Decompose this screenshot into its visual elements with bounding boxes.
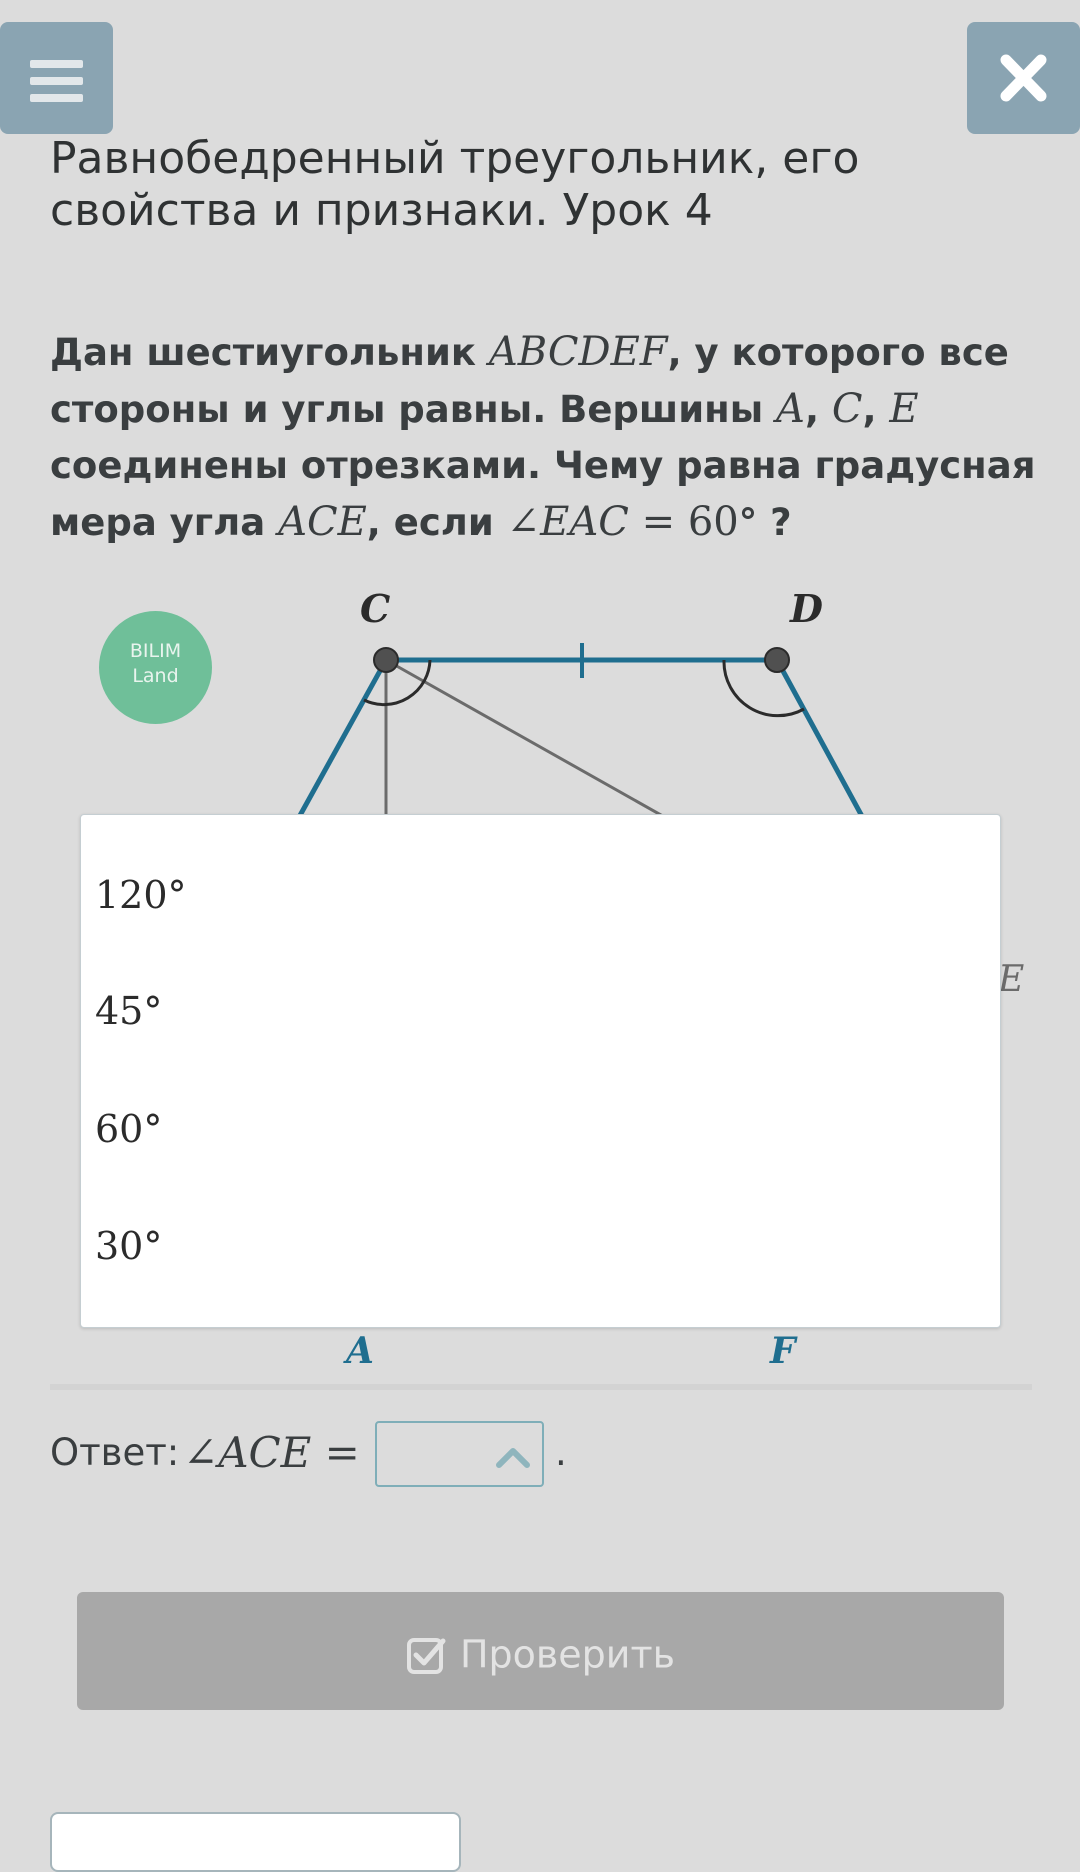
question-text: Дан шестиугольник ABCDEF, у которого все…	[50, 324, 1040, 551]
option-120[interactable]: 120°	[95, 865, 975, 925]
lesson-title-line-1: Равнобедренный треугольник, его	[50, 133, 860, 184]
close-button[interactable]	[967, 22, 1080, 134]
menu-button[interactable]	[0, 22, 113, 134]
answer-options-dropdown[interactable]: 120° 45° 60° 30°	[80, 814, 1001, 1328]
math-angle-value: = 60	[628, 499, 739, 545]
question-text-part: ,	[862, 388, 890, 431]
check-square-icon	[406, 1637, 446, 1674]
bilimland-logo: BILIM Land	[99, 611, 212, 724]
answer-row: Ответ: ∠ACE = .	[50, 1418, 750, 1488]
check-button-label: Проверить	[459, 1632, 676, 1677]
answer-select[interactable]	[375, 1421, 544, 1487]
math-vertex-e: E	[889, 386, 919, 432]
question-text-part: ° ?	[738, 501, 792, 544]
check-button[interactable]: Проверить	[77, 1592, 1004, 1710]
math-angle-ace: ACE	[278, 499, 367, 545]
question-text-part: стороны и углы равны. Вершины	[50, 388, 777, 431]
vertex-point-c	[373, 647, 399, 673]
math-vertex-a: A	[776, 386, 805, 432]
question-text-part: соединены отрезками. Чему равна градусна…	[50, 444, 1036, 487]
lesson-title-line-2: свойства и признаки. Урок 4	[50, 185, 713, 236]
chevron-up-icon	[496, 1448, 530, 1468]
option-30[interactable]: 30°	[95, 1216, 975, 1276]
answer-label: Ответ:	[50, 1431, 180, 1474]
bottom-button[interactable]	[50, 1812, 461, 1872]
question-text-part: ,	[804, 388, 832, 431]
option-60[interactable]: 60°	[95, 1099, 975, 1159]
math-angle-eac: ∠EAC	[506, 499, 629, 545]
lesson-title: Равнобедренный треугольник, его свойства…	[50, 133, 1010, 237]
question-text-part: мера угла	[50, 501, 279, 544]
answer-trailing-dot: .	[555, 1431, 567, 1474]
question-text-part: , если	[366, 501, 507, 544]
answer-expression: ∠ACE =	[183, 1428, 360, 1477]
logo-text-line-1: BILIM	[129, 640, 182, 662]
question-text-part: , у которого все	[667, 331, 1009, 374]
logo-text-line-2: Land	[132, 665, 179, 687]
vertex-label-a: A	[343, 1330, 374, 1372]
section-divider	[50, 1384, 1032, 1390]
vertex-label-e: E	[997, 959, 1024, 1000]
option-45[interactable]: 45°	[95, 981, 975, 1041]
close-icon	[1000, 54, 1047, 102]
vertex-label-d: D	[789, 588, 823, 631]
math-vertex-c: C	[831, 386, 863, 432]
math-hexagon-name: ABCDEF	[488, 329, 668, 375]
vertex-label-c: C	[360, 588, 390, 631]
vertex-point-d	[764, 647, 790, 673]
question-text-part: Дан шестиугольник	[50, 331, 489, 374]
vertex-label-f: F	[769, 1330, 798, 1372]
